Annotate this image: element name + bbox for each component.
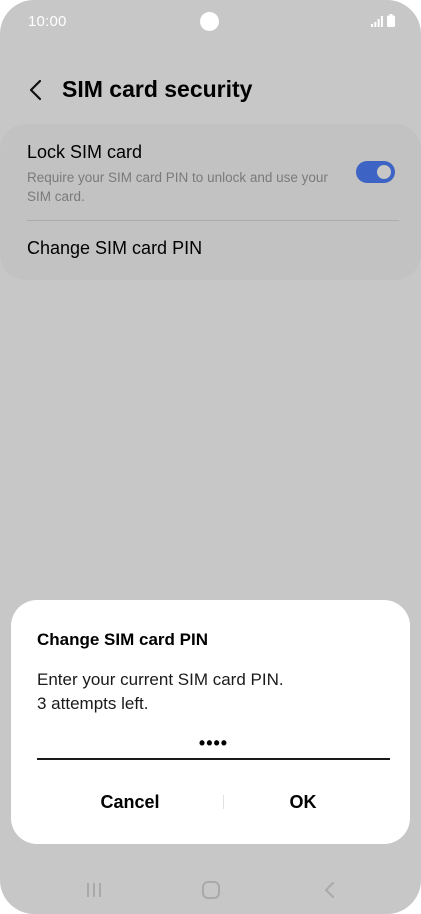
phone-screen: 10:00 SIM card security Lock SIM card Re… [0, 0, 421, 914]
navigation-bar [0, 866, 421, 910]
app-bar: SIM card security [0, 66, 421, 114]
pin-input[interactable] [37, 728, 390, 760]
lock-sim-card-toggle[interactable] [356, 161, 395, 183]
settings-card: Lock SIM card Require your SIM card PIN … [0, 124, 421, 280]
recents-icon[interactable] [82, 878, 106, 902]
toggle-knob [377, 165, 391, 179]
camera-cutout [200, 12, 219, 31]
chevron-left-icon[interactable] [22, 76, 50, 104]
back-icon[interactable] [318, 878, 342, 902]
status-bar: 10:00 [0, 0, 421, 44]
lock-sim-card-title: Lock SIM card [27, 142, 143, 162]
status-icons [371, 14, 395, 27]
change-pin-dialog: Change SIM card PIN Enter your current S… [11, 600, 410, 844]
page-title: SIM card security [62, 76, 253, 102]
signal-icon [371, 16, 383, 27]
lock-sim-card-subtitle: Require your SIM card PIN to unlock and … [27, 170, 328, 204]
cancel-button[interactable]: Cancel [41, 784, 219, 820]
dialog-title: Change SIM card PIN [37, 630, 208, 649]
battery-icon [387, 14, 395, 27]
ok-button[interactable]: OK [223, 784, 383, 820]
status-time: 10:00 [28, 13, 67, 30]
dialog-message-line1: Enter your current SIM card PIN. [37, 670, 284, 689]
lock-sim-card-row[interactable]: Lock SIM card Require your SIM card PIN … [0, 124, 421, 220]
home-icon[interactable] [199, 878, 223, 902]
change-sim-card-pin-row[interactable]: Change SIM card PIN [0, 221, 421, 279]
change-sim-card-pin-label: Change SIM card PIN [27, 238, 203, 258]
dialog-message-line2: 3 attempts left. [37, 694, 149, 713]
dialog-message: Enter your current SIM card PIN. 3 attem… [37, 668, 284, 716]
